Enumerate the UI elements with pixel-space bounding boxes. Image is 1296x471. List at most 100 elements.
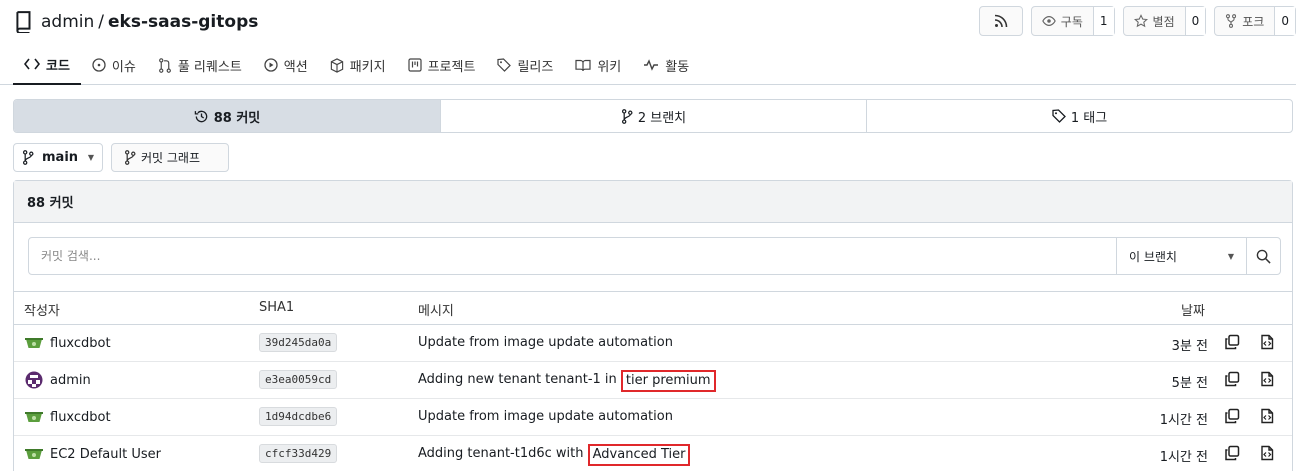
tab-projects[interactable]: 프로젝트 [397, 45, 487, 85]
fluxcd-avatar-icon [25, 412, 43, 422]
highlight-box: Advanced Tier [587, 444, 691, 466]
commit-search-input[interactable] [29, 238, 1116, 274]
book-icon [575, 59, 591, 71]
commits-table-header: 작성자 SHA1 메시지 날짜 [14, 291, 1292, 325]
highlight-box: tier premium [620, 370, 716, 392]
fluxcd-avatar-icon [25, 338, 43, 348]
branch-dropdown-label: main [42, 150, 79, 165]
copy-icon[interactable] [1224, 445, 1240, 461]
eye-icon [1042, 16, 1056, 26]
commits-count-link[interactable]: 88 커밋 [14, 100, 440, 132]
commits-panel-title: 88 커밋 [14, 181, 1292, 223]
branch-icon [22, 150, 34, 165]
column-sha: SHA1 [259, 300, 295, 315]
repo-icon [16, 11, 31, 33]
rss-button[interactable] [978, 6, 1023, 36]
fluxcd-avatar-icon [25, 449, 43, 459]
fork-count[interactable]: 0 [1274, 7, 1295, 35]
commit-date: 3분 전 [1171, 339, 1208, 354]
commit-date: 1시간 전 [1159, 413, 1208, 428]
admin-avatar-icon [25, 371, 43, 389]
column-message: 메시지 [418, 304, 454, 319]
commit-message-link[interactable]: Update from image update automation [418, 409, 673, 424]
commit-message-link[interactable]: Adding new tenant tenant-1 in tier premi… [418, 370, 716, 392]
commit-sha-link[interactable]: e3ea0059cd [259, 370, 338, 389]
search-scope-select[interactable]: 이 브랜치 ▼ [1116, 238, 1246, 274]
tab-wiki[interactable]: 위키 [564, 45, 632, 85]
tab-code[interactable]: 코드 [13, 45, 81, 85]
commit-message-link[interactable]: Adding tenant-t1d6c with Advanced Tier [418, 444, 691, 466]
commit-date: 5분 전 [1171, 376, 1208, 391]
tab-actions[interactable]: 액션 [253, 45, 319, 85]
watch-button[interactable]: 구독 1 [1030, 6, 1115, 36]
commit-author-link[interactable]: admin [50, 373, 91, 388]
tag-icon [1052, 109, 1066, 123]
branches-count-link[interactable]: 2 브랜치 [440, 100, 866, 132]
star-button[interactable]: 별점 0 [1122, 6, 1207, 36]
chevron-down-icon: ▼ [87, 153, 94, 162]
browse-files-icon[interactable] [1259, 408, 1275, 424]
pulse-icon [644, 59, 659, 71]
star-count[interactable]: 0 [1184, 7, 1206, 35]
star-icon [1133, 14, 1148, 28]
tag-icon [497, 58, 512, 72]
table-row: fluxcdbot 1d94dcdbe6 Update from image u… [14, 399, 1292, 436]
browse-files-icon[interactable] [1259, 445, 1275, 461]
tab-pull-requests[interactable]: 풀 리퀘스트 [147, 45, 253, 85]
repo-title: admin / eks-saas-gitops [15, 10, 258, 34]
commit-sha-link[interactable]: 1d94dcdbe6 [259, 407, 338, 426]
repo-name-link[interactable]: eks-saas-gitops [108, 12, 258, 32]
repo-owner-link[interactable]: admin [41, 12, 94, 32]
branch-dropdown[interactable]: main ▼ [13, 143, 103, 172]
rss-icon [994, 14, 1008, 28]
column-date: 날짜 [1181, 304, 1205, 319]
repo-header: admin / eks-saas-gitops 구독 1 별점 0 포크 0 코… [0, 0, 1296, 85]
table-row: EC2 Default User cfcf33d429 Adding tenan… [14, 436, 1292, 471]
search-button[interactable] [1246, 238, 1280, 274]
tab-packages[interactable]: 패키지 [319, 45, 397, 85]
copy-icon[interactable] [1224, 371, 1240, 387]
commit-author-link[interactable]: EC2 Default User [50, 447, 161, 462]
copy-icon[interactable] [1224, 408, 1240, 424]
play-icon [264, 58, 278, 72]
issue-icon [92, 58, 106, 72]
commits-panel: 88 커밋 이 브랜치 ▼ 작성자 SHA1 메시지 날짜 fluxcdbot … [13, 180, 1293, 471]
tags-count-link[interactable]: 1 태그 [866, 100, 1292, 132]
repo-actions: 구독 1 별점 0 포크 0 [971, 6, 1296, 36]
repo-separator: / [98, 12, 105, 32]
watch-count[interactable]: 1 [1092, 7, 1114, 35]
branch-icon [124, 150, 136, 165]
repo-tabs: 코드 이슈 풀 리퀘스트 액션 패키지 프로젝트 릴리즈 위키 활동 [13, 45, 700, 85]
commit-graph-button[interactable]: 커밋 그래프 [111, 143, 229, 172]
fork-button[interactable]: 포크 0 [1214, 6, 1296, 36]
column-author: 작성자 [24, 304, 60, 319]
table-row: admin e3ea0059cd Adding new tenant tenan… [14, 362, 1292, 399]
history-icon [194, 110, 207, 122]
pull-request-icon [158, 57, 171, 73]
commit-message-link[interactable]: Update from image update automation [418, 335, 673, 350]
search-scope-label: 이 브랜치 [1129, 249, 1177, 264]
commit-sha-link[interactable]: 39d245da0a [259, 333, 338, 352]
chevron-down-icon: ▼ [1227, 251, 1234, 261]
repo-summary-bar: 88 커밋 2 브랜치 1 태그 [13, 99, 1293, 133]
search-icon [1256, 249, 1271, 264]
commit-search-bar: 이 브랜치 ▼ [28, 237, 1281, 275]
commit-author-link[interactable]: fluxcdbot [50, 336, 111, 351]
copy-icon[interactable] [1224, 334, 1240, 350]
browse-files-icon[interactable] [1259, 334, 1275, 350]
commit-author-link[interactable]: fluxcdbot [50, 410, 111, 425]
tab-releases[interactable]: 릴리즈 [486, 45, 564, 85]
fork-icon [1226, 14, 1237, 28]
watch-label: 구독 [1060, 14, 1083, 29]
browse-files-icon[interactable] [1259, 371, 1275, 387]
tab-activity[interactable]: 활동 [632, 45, 700, 85]
code-icon [24, 58, 40, 70]
commit-graph-label: 커밋 그래프 [141, 151, 201, 165]
branch-icon [621, 108, 633, 124]
fork-label: 포크 [1242, 14, 1265, 29]
project-icon [407, 58, 422, 72]
tab-issues[interactable]: 이슈 [81, 45, 147, 85]
commit-sha-link[interactable]: cfcf33d429 [259, 444, 338, 463]
table-row: fluxcdbot 39d245da0a Update from image u… [14, 325, 1292, 362]
commit-date: 1시간 전 [1159, 450, 1208, 465]
